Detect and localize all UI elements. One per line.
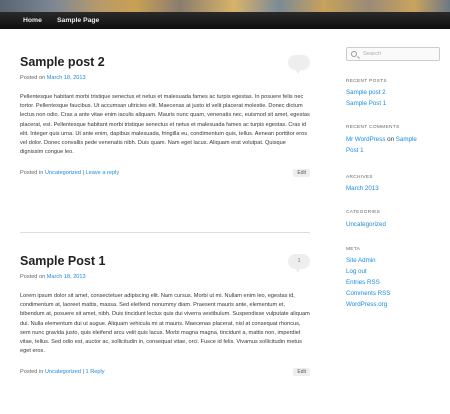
widget-title-categories: CATEGORIES [346,210,381,215]
widget-title-meta: META [346,247,361,252]
comment-on-label: on [387,136,395,143]
footer-separator: | [82,369,84,376]
post-sample-post-2: Sample post 2 Posted on March 18, 2013 P… [20,55,310,178]
leave-reply-link[interactable]: Leave a reply [86,170,120,176]
list-item: Entries RSS [346,277,390,288]
recent-post-link[interactable]: Sample post 2 [346,89,386,96]
comment-bubble-icon[interactable]: 1 [288,254,310,273]
widget-title-recent-comments: RECENT COMMENTS [346,125,400,130]
recent-posts-list: Sample post 2 Sample Post 1 [346,87,386,109]
list-item: Mr WordPress on Sample [346,134,417,145]
list-item: Sample Post 1 [346,98,386,109]
page-content: Sample post 2 Posted on March 18, 2013 P… [0,29,450,414]
edit-button[interactable]: Edit [293,169,310,178]
archives-list: March 2013 [346,183,379,194]
category-link[interactable]: Uncategorized [346,221,386,228]
categories-list: Uncategorized [346,219,386,230]
comment-post-link-cont[interactable]: Post 1 [346,147,364,154]
list-item: Uncategorized [346,219,386,230]
post-footer: Posted in Uncategorized | 1 Reply Edit [20,368,310,377]
posted-in-label: Posted in [20,170,44,177]
rss-label: RSS [377,290,391,297]
posted-in-label: Posted in [20,369,44,376]
comments-rss-link[interactable]: Comments RSS [346,290,390,297]
list-item: Post 1 [346,145,417,156]
list-item: Log out [346,266,390,277]
comment-bubble-icon[interactable] [288,55,310,74]
post-body: Lorem ipsum dolor sit amet, consectetuer… [20,293,310,355]
entries-label: Entries [346,279,366,286]
post-footer: Posted in Uncategorized | Leave a reply … [20,169,310,178]
list-item: WordPress.org [346,299,390,310]
recent-post-link[interactable]: Sample Post 1 [346,100,386,107]
reply-link[interactable]: 1 Reply [86,369,105,375]
footer-separator: | [82,170,84,177]
comment-author-link[interactable]: Mr WordPress [346,136,385,143]
comments-label: Comments [346,290,376,297]
entries-rss-link[interactable]: Entries RSS [346,279,380,286]
post-sample-post-1: 1 Sample Post 1 Posted on March 18, 2013… [20,254,310,377]
list-item: March 2013 [346,183,379,194]
post-title[interactable]: Sample post 2 [20,55,310,70]
search-input[interactable]: Search [346,47,440,61]
posted-on-label: Posted on [20,75,46,81]
site-admin-link[interactable]: Site Admin [346,257,376,264]
main-navigation: Home Sample Page [0,12,450,29]
post-meta: Posted on March 18, 2013 [20,75,310,81]
nav-item-home[interactable]: Home [23,12,42,29]
comment-post-link[interactable]: Sample [396,136,417,143]
edit-button[interactable]: Edit [293,368,310,377]
post-title[interactable]: Sample Post 1 [20,254,310,269]
wordpress-org-link[interactable]: WordPress.org [346,301,387,308]
rss-label: RSS [367,279,380,286]
search-icon [351,51,357,57]
post-date-link[interactable]: March 18, 2013 [47,75,86,81]
list-item: Sample post 2 [346,87,386,98]
list-item: Site Admin [346,255,390,266]
post-meta: Posted on March 18, 2013 [20,274,310,280]
posted-on-label: Posted on [20,274,46,280]
search-placeholder: Search [363,51,382,57]
header-image [0,0,450,12]
log-out-link[interactable]: Log out [346,268,367,275]
list-item: Comments RSS [346,288,390,299]
category-link[interactable]: Uncategorized [45,369,81,375]
post-date-link[interactable]: March 18, 2013 [47,274,86,280]
post-divider [20,232,310,233]
archive-link[interactable]: March 2013 [346,185,379,192]
meta-list: Site Admin Log out Entries RSS Comments … [346,255,390,310]
widget-title-archives: ARCHIVES [346,175,373,180]
category-link[interactable]: Uncategorized [45,170,81,176]
post-body: Pellentesque habitant morbi tristique se… [20,94,310,156]
recent-comments-list: Mr WordPress on Sample Post 1 [346,134,417,156]
widget-title-recent-posts: RECENT POSTS [346,79,387,84]
nav-item-sample-page[interactable]: Sample Page [57,12,99,29]
